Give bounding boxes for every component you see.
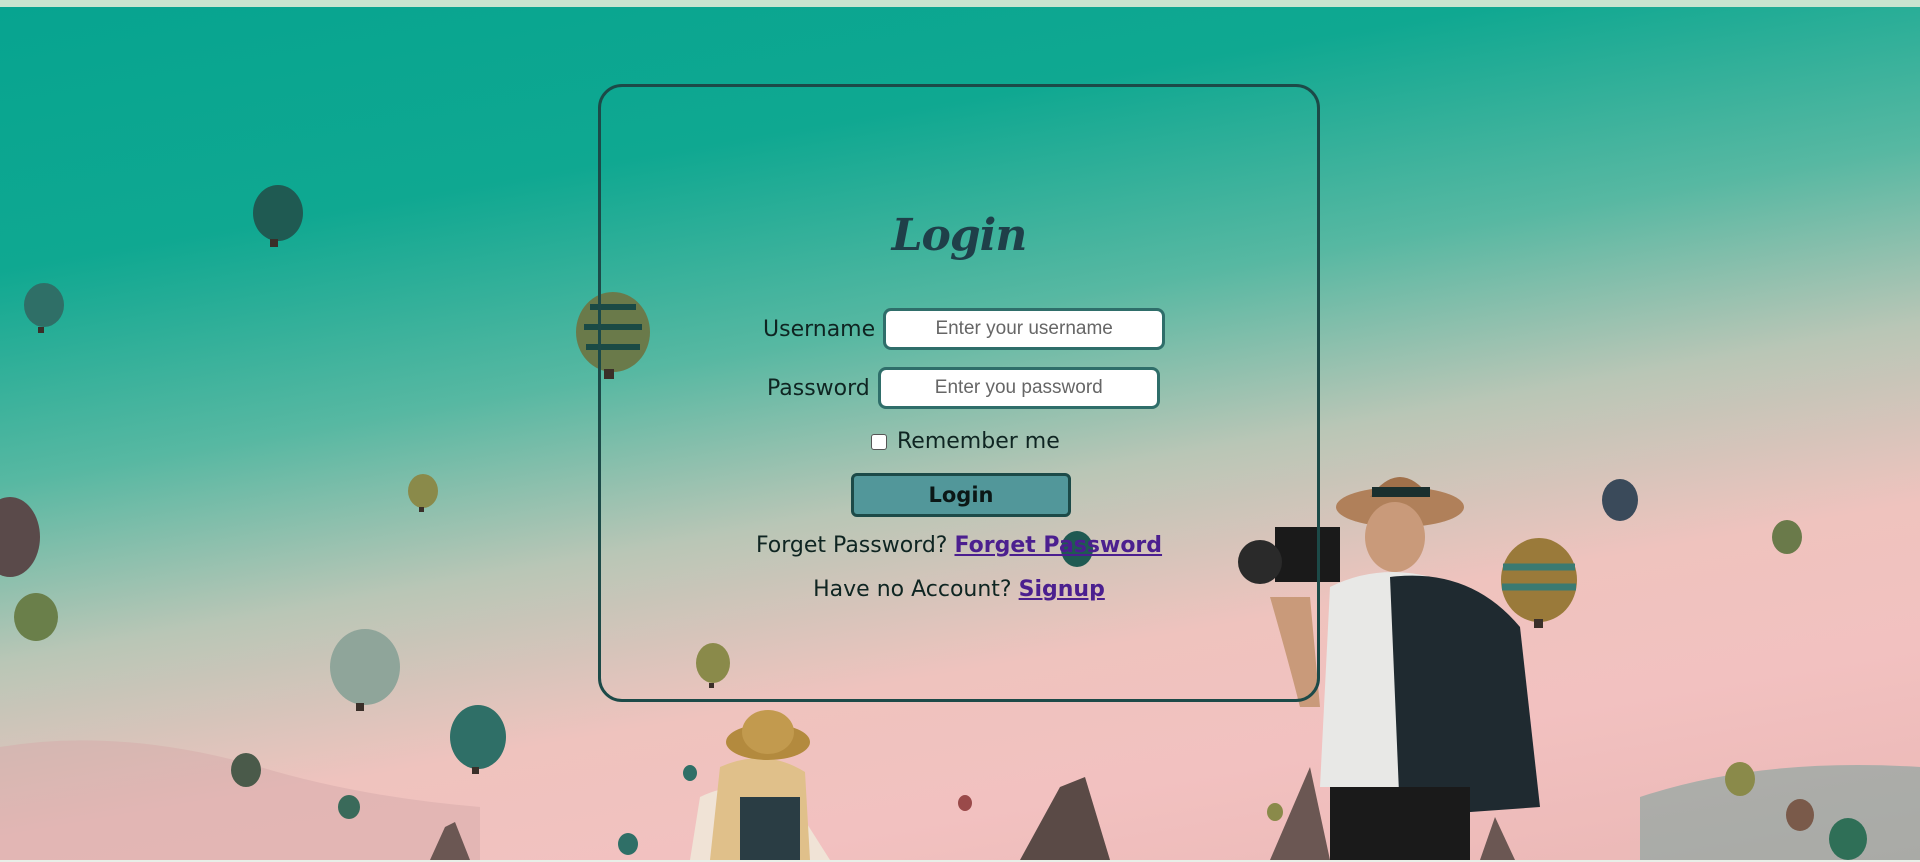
balloon: [253, 185, 303, 247]
remember-me-row: Remember me: [871, 429, 1060, 454]
signup-line: Have no Account? Signup: [601, 577, 1317, 602]
top-strip: [0, 0, 1920, 7]
password-label: Password: [767, 375, 870, 401]
username-row: Username: [763, 308, 1166, 350]
signup-link[interactable]: Signup: [1019, 577, 1105, 602]
remember-me-label: Remember me: [897, 429, 1060, 454]
password-row: Password: [767, 367, 1160, 409]
remember-me-checkbox[interactable]: [871, 433, 887, 450]
login-title: Login: [891, 210, 1028, 261]
login-card: Login Username Password Remember me Logi…: [598, 84, 1320, 702]
login-button[interactable]: Login: [851, 473, 1071, 517]
username-input[interactable]: [883, 308, 1166, 350]
forget-password-link[interactable]: Forget Password: [954, 533, 1162, 558]
signup-prompt: Have no Account?: [813, 577, 1012, 602]
forget-password-prompt: Forget Password?: [755, 533, 948, 558]
forget-password-line: Forget Password? Forget Password: [601, 533, 1317, 558]
person-girl: [690, 710, 830, 860]
password-input[interactable]: [877, 367, 1160, 409]
username-label: Username: [763, 316, 876, 342]
